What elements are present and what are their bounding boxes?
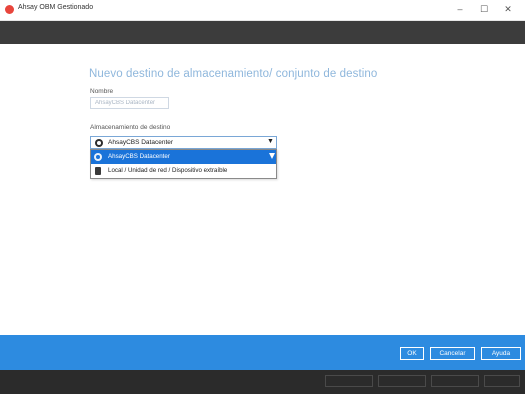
dropdown-option-local[interactable]: Local / Unidad de red / Dispositivo extr… — [91, 164, 276, 178]
name-label: Nombre — [90, 88, 114, 95]
chevron-down-icon[interactable]: ▼ — [267, 138, 274, 145]
destination-storage-label: Almacenamiento de destino — [90, 124, 171, 131]
header-band — [0, 21, 525, 44]
background-button — [325, 375, 373, 387]
drive-icon — [95, 167, 101, 175]
cancel-button[interactable]: Cancelar — [430, 347, 475, 360]
main-content: Nuevo destino de almacenamiento/ conjunt… — [0, 44, 525, 335]
maximize-button[interactable]: ☐ — [476, 2, 492, 16]
background-button — [484, 375, 520, 387]
cloud-icon — [95, 139, 103, 147]
destination-storage-select[interactable]: AhsayCBS Datacenter ▼ — [90, 136, 277, 149]
close-button[interactable]: ✕ — [500, 2, 516, 16]
background-footer — [0, 370, 525, 394]
ok-button[interactable]: OK — [400, 347, 424, 360]
destination-storage-dropdown: AhsayCBS Datacenter Local / Unidad de re… — [90, 149, 277, 179]
select-value: AhsayCBS Datacenter — [108, 139, 174, 146]
dropdown-option-label: Local / Unidad de red / Dispositivo extr… — [108, 167, 228, 174]
title-bar: Ahsay OBM Gestionado – ☐ ✕ — [0, 0, 525, 21]
minimize-button[interactable]: – — [452, 2, 468, 16]
window-title: Ahsay OBM Gestionado — [18, 4, 94, 11]
page-title: Nuevo destino de almacenamiento/ conjunt… — [89, 68, 378, 80]
background-button — [378, 375, 426, 387]
dropdown-option-datacenter[interactable]: AhsayCBS Datacenter — [91, 150, 276, 164]
dropdown-option-label: AhsayCBS Datacenter — [108, 153, 170, 160]
background-button — [431, 375, 479, 387]
app-logo-icon — [5, 5, 14, 14]
cloud-icon — [94, 153, 102, 161]
mouse-cursor-icon — [269, 153, 275, 159]
action-bar: OK Cancelar Ayuda — [0, 335, 525, 370]
app-window: Ahsay OBM Gestionado – ☐ ✕ Nuevo destino… — [0, 0, 525, 394]
name-input[interactable] — [90, 97, 169, 109]
help-button[interactable]: Ayuda — [481, 347, 521, 360]
